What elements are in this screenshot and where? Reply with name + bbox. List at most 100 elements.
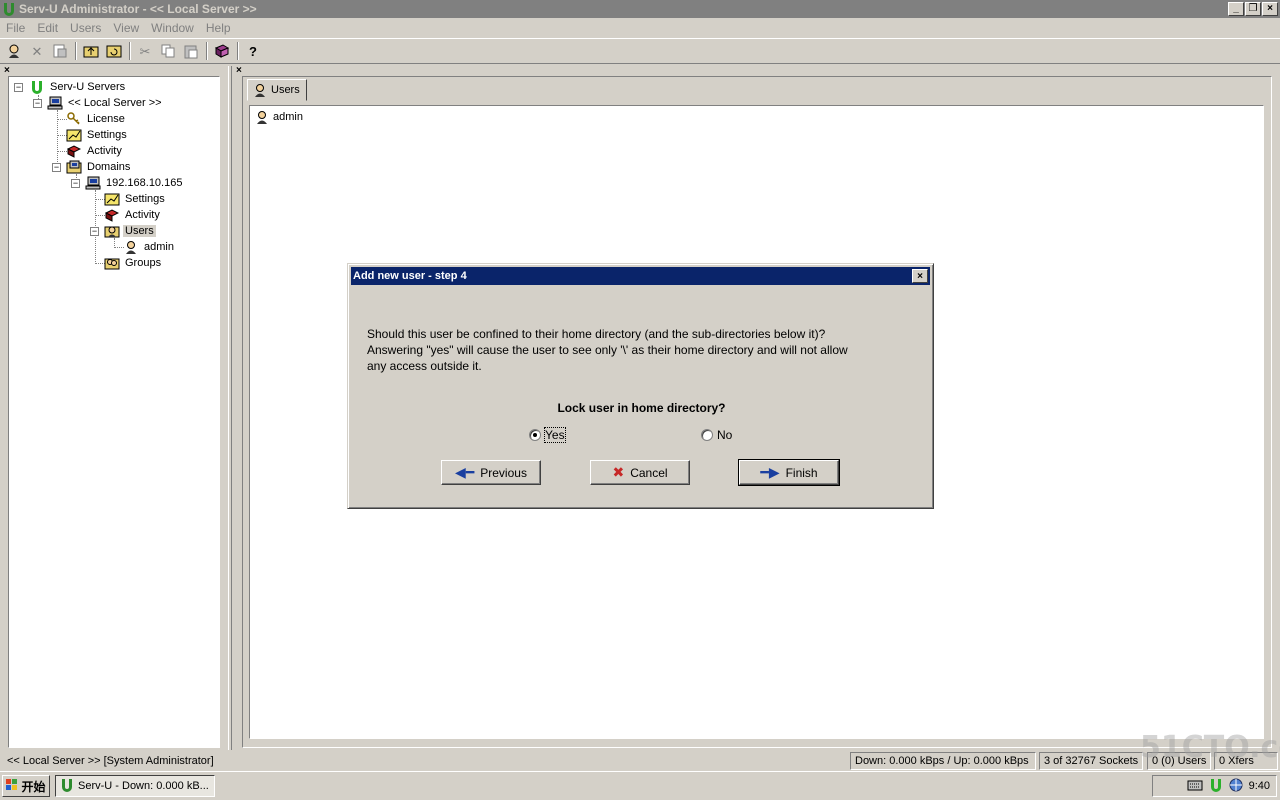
title-bar: Serv-U Administrator - << Local Server >… bbox=[0, 0, 1280, 18]
tree-item-license[interactable]: License bbox=[66, 111, 127, 127]
clock[interactable]: 9:40 bbox=[1249, 780, 1270, 792]
tree-collapse-toggle[interactable]: − bbox=[71, 179, 80, 188]
close-button[interactable]: × bbox=[1262, 2, 1278, 16]
book-icon bbox=[214, 44, 230, 58]
toolbar-separator bbox=[206, 42, 208, 60]
copy-button[interactable] bbox=[157, 40, 179, 62]
paste-button[interactable] bbox=[180, 40, 202, 62]
tab-users[interactable]: Users bbox=[247, 79, 307, 101]
radio-no[interactable]: No bbox=[701, 428, 732, 442]
arrow-right-icon: ━▶ bbox=[760, 464, 780, 480]
tree-item-domains[interactable]: Domains bbox=[66, 159, 132, 175]
toolbar-separator bbox=[75, 42, 77, 60]
windows-logo-icon bbox=[6, 778, 18, 794]
tree-item-settings[interactable]: Settings bbox=[66, 127, 129, 143]
menu-help[interactable]: Help bbox=[200, 21, 237, 35]
list-item[interactable]: admin bbox=[254, 110, 303, 124]
tree-label: License bbox=[87, 113, 125, 125]
serv-u-app-icon bbox=[2, 2, 16, 16]
add-user-dialog: Add new user - step 4 × Should this user… bbox=[347, 263, 934, 509]
properties-icon bbox=[53, 44, 67, 58]
server-tree-pane: − Serv-U Servers − << Local Server >> Li… bbox=[8, 76, 220, 748]
tree-item-groups[interactable]: Groups bbox=[104, 255, 163, 271]
menu-view[interactable]: View bbox=[107, 21, 145, 35]
dialog-question: Lock user in home directory? bbox=[557, 401, 726, 415]
tree-collapse-toggle[interactable]: − bbox=[52, 163, 61, 172]
network-icon[interactable] bbox=[1229, 778, 1243, 795]
radio-no-label: No bbox=[717, 428, 733, 442]
delete-button[interactable]: ✕ bbox=[26, 40, 48, 62]
toolbar-separator bbox=[237, 42, 239, 60]
radio-checked-icon bbox=[529, 429, 541, 441]
properties-button[interactable] bbox=[49, 40, 71, 62]
close-icon: × bbox=[1267, 3, 1273, 14]
tree-item-activity[interactable]: Activity bbox=[66, 143, 124, 159]
refresh-button[interactable] bbox=[103, 40, 125, 62]
users-icon bbox=[252, 83, 268, 97]
menu-file[interactable]: File bbox=[0, 21, 31, 35]
pane-splitter[interactable] bbox=[228, 66, 232, 750]
right-pane-close-icon[interactable]: × bbox=[236, 65, 242, 76]
tree-label: Users bbox=[123, 225, 156, 237]
tree-label: Domains bbox=[87, 161, 131, 173]
restore-button[interactable]: ❐ bbox=[1245, 2, 1261, 16]
tree-item-local-server[interactable]: << Local Server >> bbox=[47, 95, 164, 111]
settings-chart-icon bbox=[104, 192, 120, 206]
help-button[interactable]: ? bbox=[242, 40, 264, 62]
cancel-button[interactable]: ✖ Cancel bbox=[590, 460, 690, 485]
paste-icon bbox=[184, 45, 198, 59]
serv-u-logo-icon bbox=[29, 80, 45, 94]
serv-u-tray-icon[interactable] bbox=[1209, 778, 1223, 795]
menu-edit[interactable]: Edit bbox=[31, 21, 64, 35]
toolbar: ✕ ✂ ? bbox=[0, 38, 1280, 64]
restore-icon: ❐ bbox=[1248, 3, 1258, 14]
users-icon bbox=[104, 224, 120, 238]
dialog-message-line: Answering "yes" will cause the user to s… bbox=[367, 343, 848, 357]
copy-icon bbox=[161, 44, 175, 58]
dialog-message-line: any access outside it. bbox=[367, 359, 482, 373]
minimize-icon: _ bbox=[1233, 3, 1239, 14]
menu-window[interactable]: Window bbox=[145, 21, 200, 35]
radio-yes[interactable]: Yes bbox=[529, 427, 566, 443]
tree-label: Settings bbox=[125, 193, 165, 205]
watermark-logo: 51CTO.com bbox=[1140, 730, 1280, 765]
tree-item-admin[interactable]: admin bbox=[123, 239, 176, 255]
user-icon bbox=[254, 110, 270, 124]
arrow-left-icon: ◀━ bbox=[455, 464, 475, 480]
tree-collapse-toggle[interactable]: − bbox=[33, 99, 42, 108]
tree-collapse-toggle[interactable]: − bbox=[14, 83, 23, 92]
menu-users[interactable]: Users bbox=[64, 21, 107, 35]
up-folder-button[interactable] bbox=[80, 40, 102, 62]
dialog-title-bar: Add new user - step 4 × bbox=[351, 267, 930, 285]
refresh-icon bbox=[106, 45, 122, 58]
menu-bar: File Edit Users View Window Help bbox=[0, 18, 1280, 37]
finish-button[interactable]: ━▶ Finish bbox=[738, 459, 840, 486]
close-icon: × bbox=[917, 270, 923, 282]
left-pane-close-icon[interactable]: × bbox=[4, 65, 10, 76]
tree-item-serv-u-servers[interactable]: Serv-U Servers bbox=[29, 79, 127, 95]
domains-icon bbox=[66, 160, 82, 174]
groups-icon bbox=[104, 256, 120, 270]
start-button[interactable]: 开始 bbox=[2, 775, 50, 797]
finish-label: Finish bbox=[785, 465, 818, 480]
taskbar: 开始 Serv-U - Down: 0.000 kB... 9:40 bbox=[0, 771, 1280, 800]
wizard-button[interactable] bbox=[3, 40, 25, 62]
tree-label: Serv-U Servers bbox=[50, 81, 126, 93]
user-name: admin bbox=[273, 111, 303, 123]
status-server: << Local Server >> [System Administrator… bbox=[7, 755, 214, 767]
tree-item-domain-settings[interactable]: Settings bbox=[104, 191, 167, 207]
keyboard-icon[interactable] bbox=[1187, 779, 1203, 794]
user-icon bbox=[123, 240, 139, 254]
taskbar-button-label: Serv-U - Down: 0.000 kB... bbox=[78, 780, 209, 792]
tree-collapse-toggle[interactable]: − bbox=[90, 227, 99, 236]
tree-item-users[interactable]: Users bbox=[104, 223, 156, 239]
cut-button[interactable]: ✂ bbox=[134, 40, 156, 62]
tree-item-domain-activity[interactable]: Activity bbox=[104, 207, 162, 223]
minimize-button[interactable]: _ bbox=[1228, 2, 1244, 16]
tree-item-domain-ip[interactable]: 192.168.10.165 bbox=[85, 175, 184, 191]
dialog-close-button[interactable]: × bbox=[912, 269, 928, 283]
taskbar-button-serv-u[interactable]: Serv-U - Down: 0.000 kB... bbox=[55, 775, 215, 797]
start-label: 开始 bbox=[21, 779, 46, 794]
previous-button[interactable]: ◀━ Previous bbox=[441, 460, 541, 485]
book-button[interactable] bbox=[211, 40, 233, 62]
